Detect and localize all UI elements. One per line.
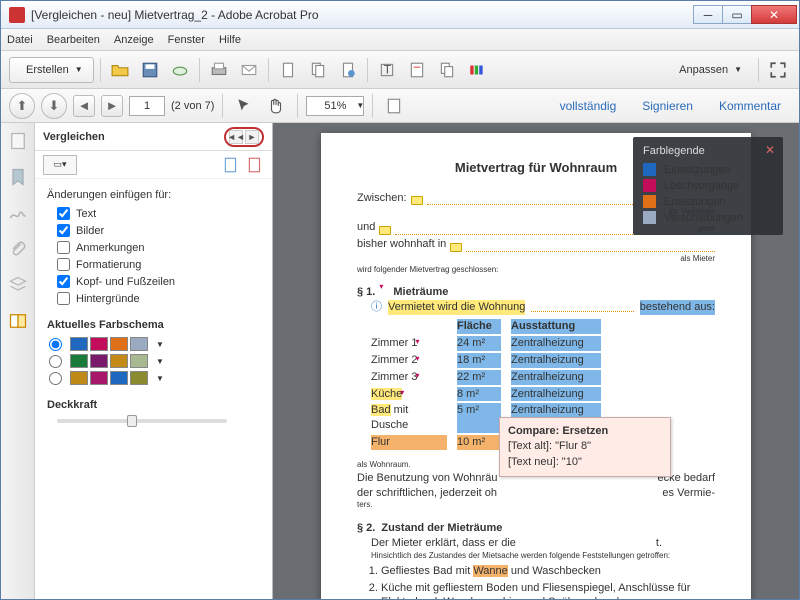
legend-close-icon[interactable]: ✕ (765, 143, 775, 157)
scheme-1[interactable]: ▼ (47, 337, 260, 351)
pages-icon[interactable] (8, 131, 28, 151)
mail-button[interactable] (236, 57, 262, 83)
tooltip-new: [Text neu]: "10" (508, 456, 582, 468)
panel-first-button[interactable]: ◄◄ (229, 130, 243, 144)
page-prev-button[interactable]: ◄ (73, 95, 95, 117)
comment-link[interactable]: Kommentar (709, 99, 791, 113)
cb-bg[interactable]: Hintergründe (57, 292, 260, 305)
opacity-slider[interactable] (57, 419, 227, 423)
cb-headfoot[interactable]: Kopf- und Fußzeilen (57, 275, 260, 288)
panel-nav-highlight: ◄◄ ► (224, 127, 264, 147)
main-toolbar: Erstellen▼ T Anpassen ▼ (1, 51, 799, 89)
doc2-button[interactable] (305, 57, 331, 83)
legend-del-swatch (643, 179, 656, 192)
create-button[interactable]: Erstellen▼ (9, 57, 94, 83)
page-number-input[interactable] (129, 96, 165, 116)
fit-button[interactable] (381, 93, 407, 119)
legend-title: Farblegende (643, 145, 773, 157)
cloud-button[interactable] (167, 57, 193, 83)
cb-images[interactable]: Bilder (57, 224, 260, 237)
panel-doc2-icon[interactable] (246, 156, 264, 174)
cb-text[interactable]: Text (57, 207, 260, 220)
tooltip-title: Compare: Ersetzen (508, 425, 608, 437)
customize-button[interactable]: Anpassen ▼ (669, 57, 752, 83)
cb-annot[interactable]: Anmerkungen (57, 241, 260, 254)
window-title: [Vergleichen - neu] Mietvertrag_2 - Adob… (31, 8, 694, 22)
legend-mov-swatch (643, 211, 656, 224)
close-button[interactable]: ✕ (751, 5, 797, 24)
bookmark-icon[interactable] (8, 167, 28, 187)
maximize-button[interactable]: ▭ (722, 5, 752, 24)
compare-panel: Vergleichen ◄◄ ► ▭▾ Änderungen einfügen … (35, 123, 273, 599)
compare-nav-icon[interactable] (8, 311, 28, 331)
opacity-label: Deckkraft (47, 399, 260, 411)
conditions-list: Gefliestes Bad mit Wanne und Waschbecken… (381, 564, 715, 599)
panel-doc1-icon[interactable] (222, 156, 240, 174)
nav-strip (1, 123, 35, 599)
layers-icon[interactable] (8, 275, 28, 295)
tooltip-old: [Text alt]: "Flur 8" (508, 440, 591, 452)
page-up-button[interactable]: ⬆ (9, 93, 35, 119)
panel-view-dropdown[interactable]: ▭▾ (43, 155, 77, 175)
attach-icon[interactable] (8, 239, 28, 259)
compare-tooltip: Compare: Ersetzen [Text alt]: "Flur 8" [… (499, 417, 671, 477)
cb-format[interactable]: Formatierung (57, 258, 260, 271)
open-button[interactable] (107, 57, 133, 83)
color-legend: ✕ Farblegende Einsetzungen Löschvorgänge… (633, 137, 783, 235)
svg-text:T: T (383, 62, 391, 76)
document-area[interactable]: Mietvertrag für Wohnraum Zwischen: als V… (273, 123, 799, 599)
zoom-input[interactable] (306, 96, 364, 116)
insert-changes-label: Änderungen einfügen für: (47, 189, 260, 201)
form-button[interactable] (404, 57, 430, 83)
app-icon (9, 7, 25, 23)
hand-tool[interactable] (263, 93, 289, 119)
titlebar: [Vergleichen - neu] Mietvertrag_2 - Adob… (1, 1, 799, 29)
copy-button[interactable] (434, 57, 460, 83)
menubar: Datei Bearbeiten Anzeige Fenster Hilfe (1, 29, 799, 51)
doc3-button[interactable] (335, 57, 361, 83)
page-down-button[interactable]: ⬇ (41, 93, 67, 119)
signature-nav-icon[interactable] (8, 203, 28, 223)
annotation-icon[interactable] (379, 226, 391, 235)
fullscreen-button[interactable] (765, 57, 791, 83)
customize-label: Anpassen (679, 64, 728, 76)
minimize-button[interactable]: ─ (693, 5, 723, 24)
panel-title: Vergleichen (43, 131, 105, 143)
page-total-label: (2 von 7) (171, 100, 214, 112)
annotation-icon[interactable] (450, 243, 462, 252)
color-button[interactable] (464, 57, 490, 83)
scheme-3[interactable]: ▼ (47, 371, 260, 385)
save-button[interactable] (137, 57, 163, 83)
sign-link[interactable]: Signieren (632, 99, 703, 113)
select-tool[interactable] (231, 93, 257, 119)
annotation-icon[interactable] (411, 196, 423, 205)
full-link[interactable]: vollständig (550, 99, 627, 113)
legend-ins-swatch (643, 163, 656, 176)
create-label: Erstellen (26, 64, 69, 76)
panel-next-button[interactable]: ► (245, 130, 259, 144)
menu-file[interactable]: Datei (7, 34, 33, 46)
doc1-button[interactable] (275, 57, 301, 83)
scheme-label: Aktuelles Farbschema (47, 319, 260, 331)
ocr-button[interactable]: T (374, 57, 400, 83)
scheme-2[interactable]: ▼ (47, 354, 260, 368)
print-button[interactable] (206, 57, 232, 83)
menu-view[interactable]: Anzeige (114, 34, 154, 46)
page-next-button[interactable]: ► (101, 95, 123, 117)
nav-toolbar: ⬆ ⬇ ◄ ► (2 von 7) ▼ vollständig Signiere… (1, 89, 799, 123)
menu-help[interactable]: Hilfe (219, 34, 241, 46)
menu-edit[interactable]: Bearbeiten (47, 34, 100, 46)
legend-rep-swatch (643, 195, 656, 208)
menu-window[interactable]: Fenster (168, 34, 205, 46)
